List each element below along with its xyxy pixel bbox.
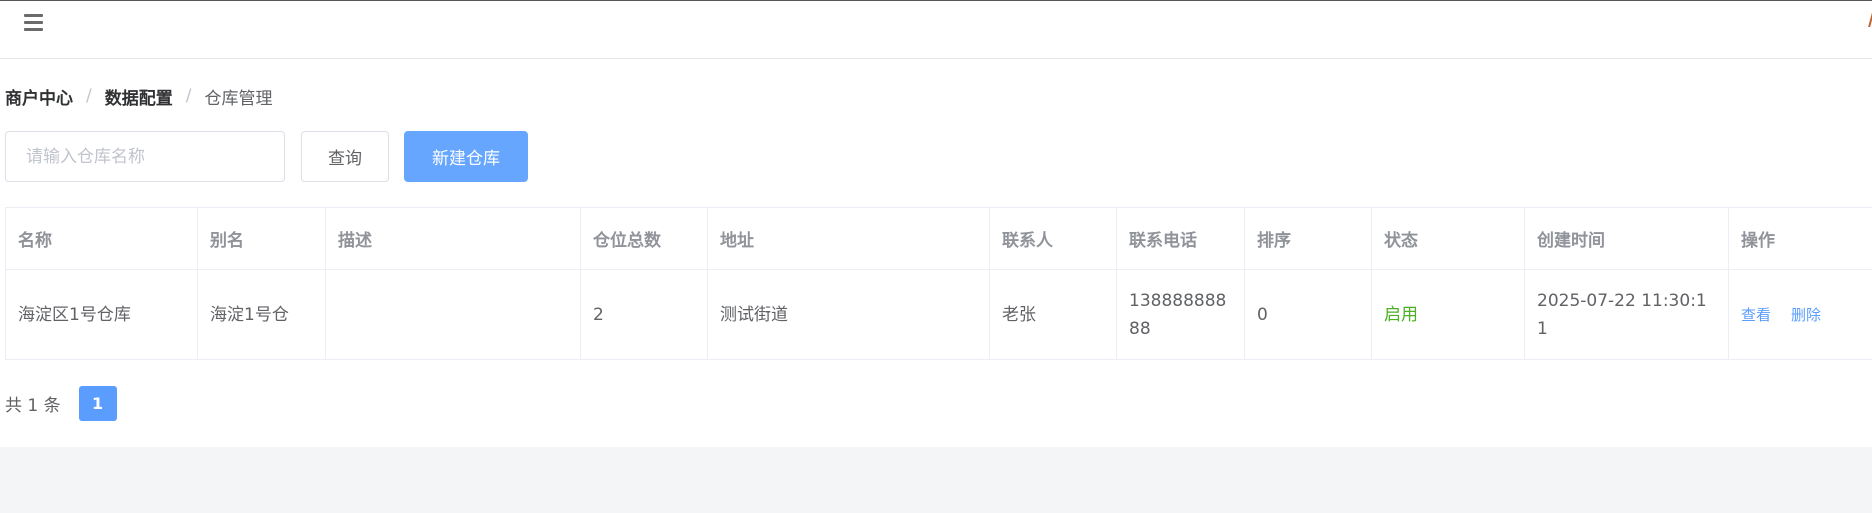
column-header-actions: 操作 (1728, 207, 1872, 270)
pagination: 共 1 条 1 (5, 386, 117, 421)
warehouse-table: 名称 别名 描述 仓位总数 地址 联系人 联系电话 排序 状态 创建时间 操作 (5, 207, 1872, 360)
cell-phone: 13888888888 (1116, 269, 1245, 360)
pagination-total: 共 1 条 (5, 396, 61, 416)
cell-actions: 查看 删除 (1728, 269, 1872, 360)
column-header-contact: 联系人 (989, 207, 1117, 270)
column-header-alias: 别名 (197, 207, 326, 270)
breadcrumb-separator: / (86, 86, 92, 106)
search-toolbar: 查询 新建仓库 (5, 131, 528, 182)
cell-sort: 0 (1244, 269, 1372, 360)
column-header-description: 描述 (325, 207, 581, 270)
column-header-sort: 排序 (1244, 207, 1372, 270)
top-navbar (0, 0, 1872, 59)
breadcrumb-item-merchant-center[interactable]: 商户中心 (5, 84, 73, 109)
column-header-status: 状态 (1371, 207, 1525, 270)
cell-created-at: 2025-07-22 11:30:11 (1524, 269, 1729, 360)
breadcrumb: 商户中心 / 数据配置 / 仓库管理 (5, 84, 273, 109)
cell-status: 启用 (1371, 269, 1525, 360)
table-row: 海淀区1号仓库 海淀1号仓 2 测试街道 老张 13888888888 0 启用… (5, 269, 1872, 360)
view-link[interactable]: 查看 (1741, 306, 1771, 324)
cell-description (325, 269, 581, 360)
cell-contact: 老张 (989, 269, 1117, 360)
cell-alias: 海淀1号仓 (197, 269, 326, 360)
warehouse-table-container: 名称 别名 描述 仓位总数 地址 联系人 联系电话 排序 状态 创建时间 操作 (5, 207, 1872, 360)
cell-total-slots: 2 (580, 269, 708, 360)
column-header-created-at: 创建时间 (1524, 207, 1729, 270)
column-header-total-slots: 仓位总数 (580, 207, 708, 270)
create-warehouse-button[interactable]: 新建仓库 (404, 131, 528, 182)
breadcrumb-item-data-config[interactable]: 数据配置 (105, 84, 173, 109)
warehouse-name-search-input[interactable] (5, 131, 285, 182)
pagination-page-1[interactable]: 1 (78, 386, 117, 421)
breadcrumb-separator: / (185, 86, 192, 106)
column-header-name: 名称 (5, 207, 198, 270)
column-header-phone: 联系电话 (1116, 207, 1245, 270)
cell-address: 测试街道 (707, 269, 990, 360)
breadcrumb-item-current: 仓库管理 (204, 88, 273, 109)
app-root: 商户中心 / 数据配置 / 仓库管理 查询 新建仓库 名称 别名 (0, 0, 1872, 513)
delete-link[interactable]: 删除 (1791, 306, 1821, 324)
query-button[interactable]: 查询 (301, 131, 389, 182)
table-header-row: 名称 别名 描述 仓位总数 地址 联系人 联系电话 排序 状态 创建时间 操作 (5, 207, 1872, 270)
column-header-address: 地址 (707, 207, 990, 270)
hamburger-menu-icon[interactable] (24, 11, 46, 33)
cell-name: 海淀区1号仓库 (5, 269, 198, 360)
main-content: 商户中心 / 数据配置 / 仓库管理 查询 新建仓库 名称 别名 (0, 59, 1872, 447)
